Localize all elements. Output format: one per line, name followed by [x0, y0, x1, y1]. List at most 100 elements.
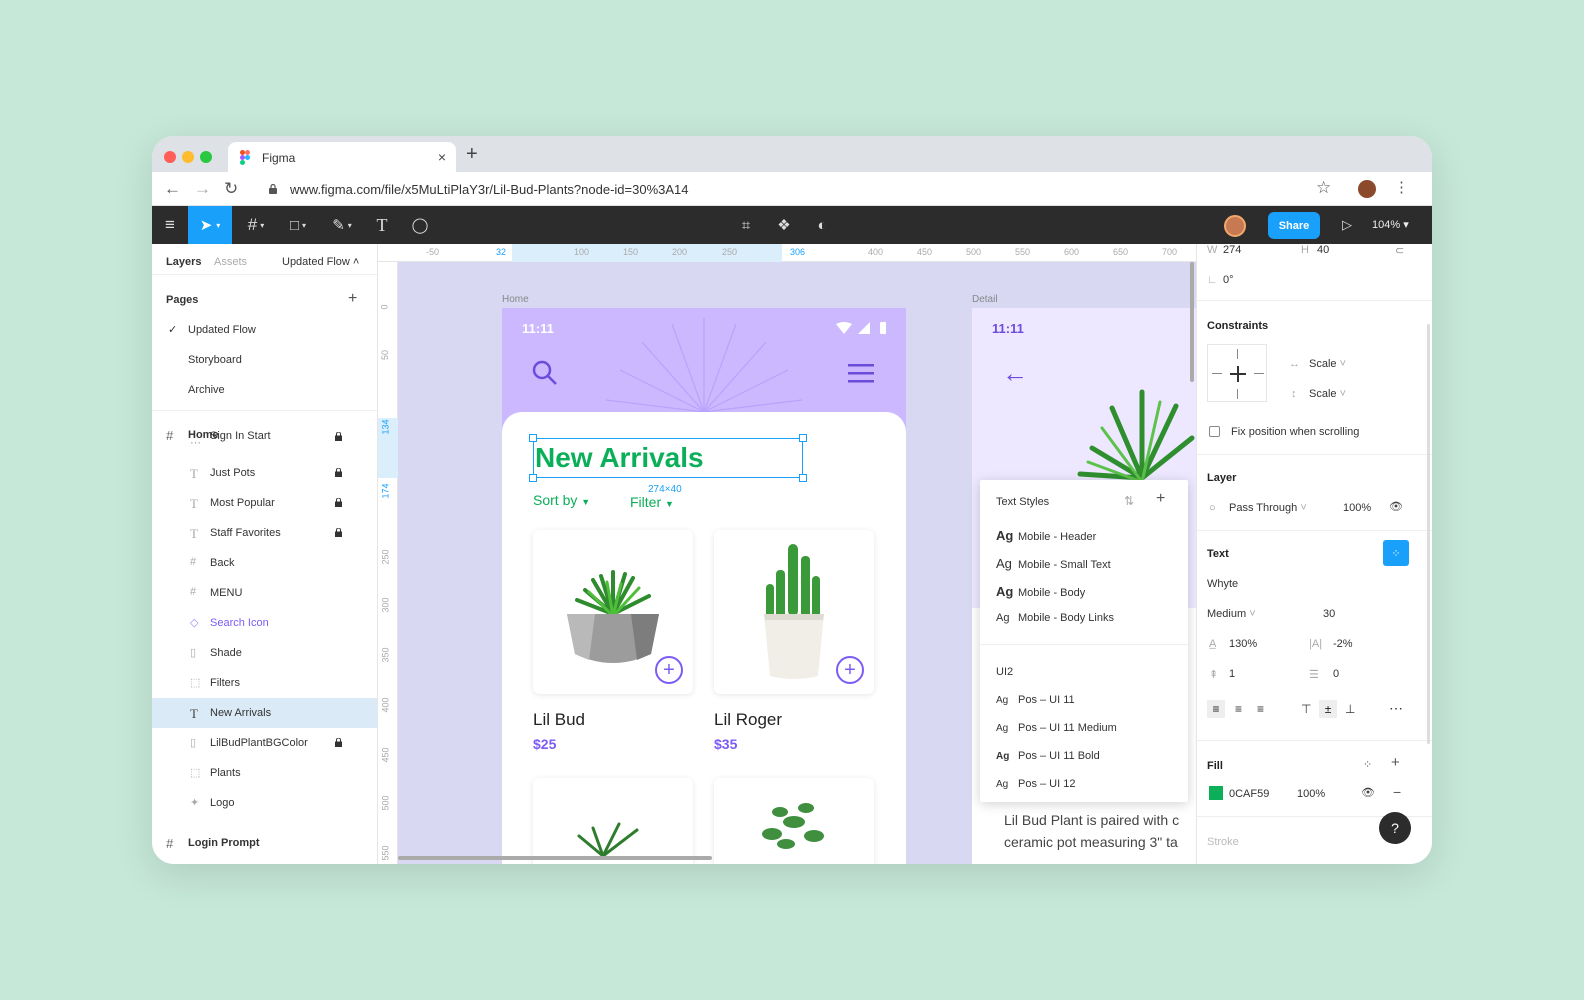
paragraph-spacing-field[interactable]: 1 — [1229, 668, 1235, 680]
horizontal-constraint-select[interactable]: Scale ˅ — [1309, 358, 1346, 370]
back-arrow-icon[interactable]: ← — [1002, 358, 1028, 389]
component-frame-icon[interactable]: ⌗ — [728, 206, 764, 244]
fill-hex-field[interactable]: 0CAF59 — [1229, 788, 1269, 800]
visibility-eye-icon[interactable]: 👁 — [1389, 500, 1403, 513]
text-style-item[interactable]: Ag Mobile - Header — [996, 528, 1096, 543]
layer-row[interactable]: # MENU — [152, 578, 377, 608]
text-tool-icon[interactable]: T — [366, 206, 398, 244]
font-family-select[interactable]: Whyte — [1207, 578, 1238, 590]
frame-tool-icon[interactable]: # ▾ — [238, 206, 274, 244]
lock-icon[interactable] — [335, 468, 342, 477]
text-style-item[interactable]: Ag Pos – UI 12 — [996, 778, 1075, 790]
reload-icon[interactable]: ↻ — [224, 179, 238, 199]
page-storyboard[interactable]: Storyboard — [188, 354, 242, 366]
fill-opacity-field[interactable]: 100% — [1297, 788, 1325, 800]
layer-opacity-field[interactable]: 100% — [1343, 502, 1371, 514]
add-to-cart-button[interactable]: + — [655, 656, 683, 684]
more-options-icon[interactable]: ⋯ — [1389, 700, 1403, 717]
font-weight-select[interactable]: Medium ˅ — [1207, 608, 1256, 620]
filter-dropdown[interactable]: Filter ▼ — [630, 494, 674, 510]
zoom-level[interactable]: 104% ▾ — [1372, 218, 1409, 231]
frame-label-detail[interactable]: Detail — [972, 294, 998, 305]
selection-handle[interactable] — [799, 434, 807, 442]
add-page-icon[interactable]: + — [348, 290, 357, 308]
home-frame[interactable]: 11:11 New Arrivals 274×40 Sort by ▼ Filt… — [502, 308, 906, 864]
align-right-icon[interactable]: ≡ — [1257, 702, 1264, 716]
text-style-item[interactable]: Ag Mobile - Body Links — [996, 612, 1114, 624]
fix-position-checkbox[interactable] — [1209, 426, 1220, 437]
align-top-icon[interactable]: ⊤ — [1301, 702, 1311, 716]
url-input[interactable]: www.figma.com/file/x5MuLtiPlaY3r/Lil-Bud… — [290, 182, 689, 197]
maximize-window-button[interactable] — [200, 151, 212, 163]
lock-icon[interactable] — [335, 528, 342, 537]
minimize-window-button[interactable] — [182, 151, 194, 163]
close-tab-icon[interactable]: × — [438, 149, 446, 165]
layer-row[interactable]: ✦ Logo — [152, 788, 377, 818]
remove-fill-icon[interactable]: − — [1393, 784, 1401, 800]
product-card[interactable] — [714, 778, 874, 864]
constrain-proportions-icon[interactable]: ⊂ — [1395, 244, 1404, 257]
move-tool-icon[interactable]: ➤ ▾ — [188, 206, 232, 244]
pen-tool-icon[interactable]: ✎ ▾ — [324, 206, 360, 244]
layer-row[interactable]: ▯ Shade — [152, 638, 377, 668]
vertical-constraint-select[interactable]: Scale ˅ — [1309, 388, 1346, 400]
search-icon[interactable] — [532, 360, 558, 386]
frame-label-home[interactable]: Home — [502, 294, 529, 305]
layer-row[interactable]: ▯ LilBudPlantBGColor — [152, 728, 377, 758]
layer-frame-login[interactable]: Login Prompt — [188, 837, 260, 849]
layer-row[interactable]: ⬚ Plants — [152, 758, 377, 788]
paragraph-indent-field[interactable]: 0 — [1333, 668, 1339, 680]
horizontal-scrollbar[interactable] — [398, 856, 712, 860]
layer-row[interactable]: T Just Pots — [152, 458, 377, 488]
add-fill-icon[interactable]: + — [1391, 754, 1400, 771]
product-card[interactable]: + — [533, 530, 693, 694]
forward-arrow-icon[interactable]: → — [194, 179, 211, 199]
letter-spacing-field[interactable]: -2% — [1333, 638, 1353, 650]
browser-menu-icon[interactable]: ⋮ — [1394, 178, 1409, 196]
constraints-widget[interactable] — [1207, 344, 1267, 402]
text-style-item[interactable]: Ag Pos – UI 11 — [996, 694, 1075, 706]
page-selector[interactable]: Updated Flow ˄ — [282, 256, 359, 268]
fill-color-swatch[interactable] — [1209, 786, 1223, 800]
panel-scrollbar[interactable] — [1427, 324, 1430, 744]
line-height-field[interactable]: 130% — [1229, 638, 1257, 650]
align-left-icon[interactable]: ≡ — [1207, 700, 1225, 718]
height-field[interactable]: 40 — [1317, 244, 1329, 256]
hamburger-menu-icon[interactable] — [848, 364, 874, 384]
help-button[interactable]: ? — [1379, 812, 1411, 844]
collaborator-avatar[interactable] — [1224, 215, 1246, 237]
blend-mode-select[interactable]: Pass Through ˅ — [1229, 502, 1307, 514]
new-arrivals-heading[interactable]: New Arrivals — [535, 442, 704, 474]
product-card[interactable] — [533, 778, 693, 864]
close-window-button[interactable] — [164, 151, 176, 163]
components-icon[interactable]: ❖ — [766, 206, 802, 244]
page-updated-flow[interactable]: Updated Flow — [188, 324, 256, 336]
contrast-icon[interactable]: ◐ — [804, 206, 840, 244]
layer-row-selected[interactable]: T New Arrivals — [152, 698, 377, 728]
present-play-icon[interactable]: ▷ — [1332, 206, 1362, 244]
vertical-scrollbar[interactable] — [1190, 262, 1194, 382]
fill-visibility-eye-icon[interactable]: 👁 — [1361, 786, 1375, 799]
text-style-item[interactable]: Ag Pos – UI 11 Medium — [996, 722, 1117, 734]
layer-row[interactable]: ◇ Search Icon — [152, 608, 377, 638]
lock-icon[interactable] — [335, 498, 342, 507]
text-style-item[interactable]: Ag Mobile - Small Text — [996, 556, 1111, 571]
align-bottom-icon[interactable]: ⊥ — [1345, 702, 1355, 716]
align-middle-icon[interactable]: ± — [1319, 700, 1337, 718]
sort-by-dropdown[interactable]: Sort by ▼ — [533, 492, 590, 508]
comment-tool-icon[interactable]: ◯ — [404, 206, 436, 244]
align-center-icon[interactable]: ≡ — [1235, 702, 1242, 716]
rotation-field[interactable]: 0° — [1223, 274, 1234, 286]
lock-icon[interactable] — [335, 738, 342, 747]
design-canvas[interactable]: -50 32 100 150 200 250 306 400 450 500 5… — [378, 244, 1196, 864]
width-field[interactable]: 274 — [1223, 244, 1241, 256]
profile-avatar[interactable] — [1358, 180, 1376, 198]
share-button[interactable]: Share — [1268, 212, 1320, 239]
style-settings-icon[interactable]: ⇅ — [1124, 494, 1134, 508]
layer-row[interactable]: ⋯ Sign In Start — [152, 430, 377, 458]
product-card[interactable]: + — [714, 530, 874, 694]
text-styles-button[interactable]: ⁘ — [1383, 540, 1409, 566]
main-menu-icon[interactable]: ≡ — [152, 206, 188, 244]
page-archive[interactable]: Archive — [188, 384, 225, 396]
selection-handle[interactable] — [799, 474, 807, 482]
